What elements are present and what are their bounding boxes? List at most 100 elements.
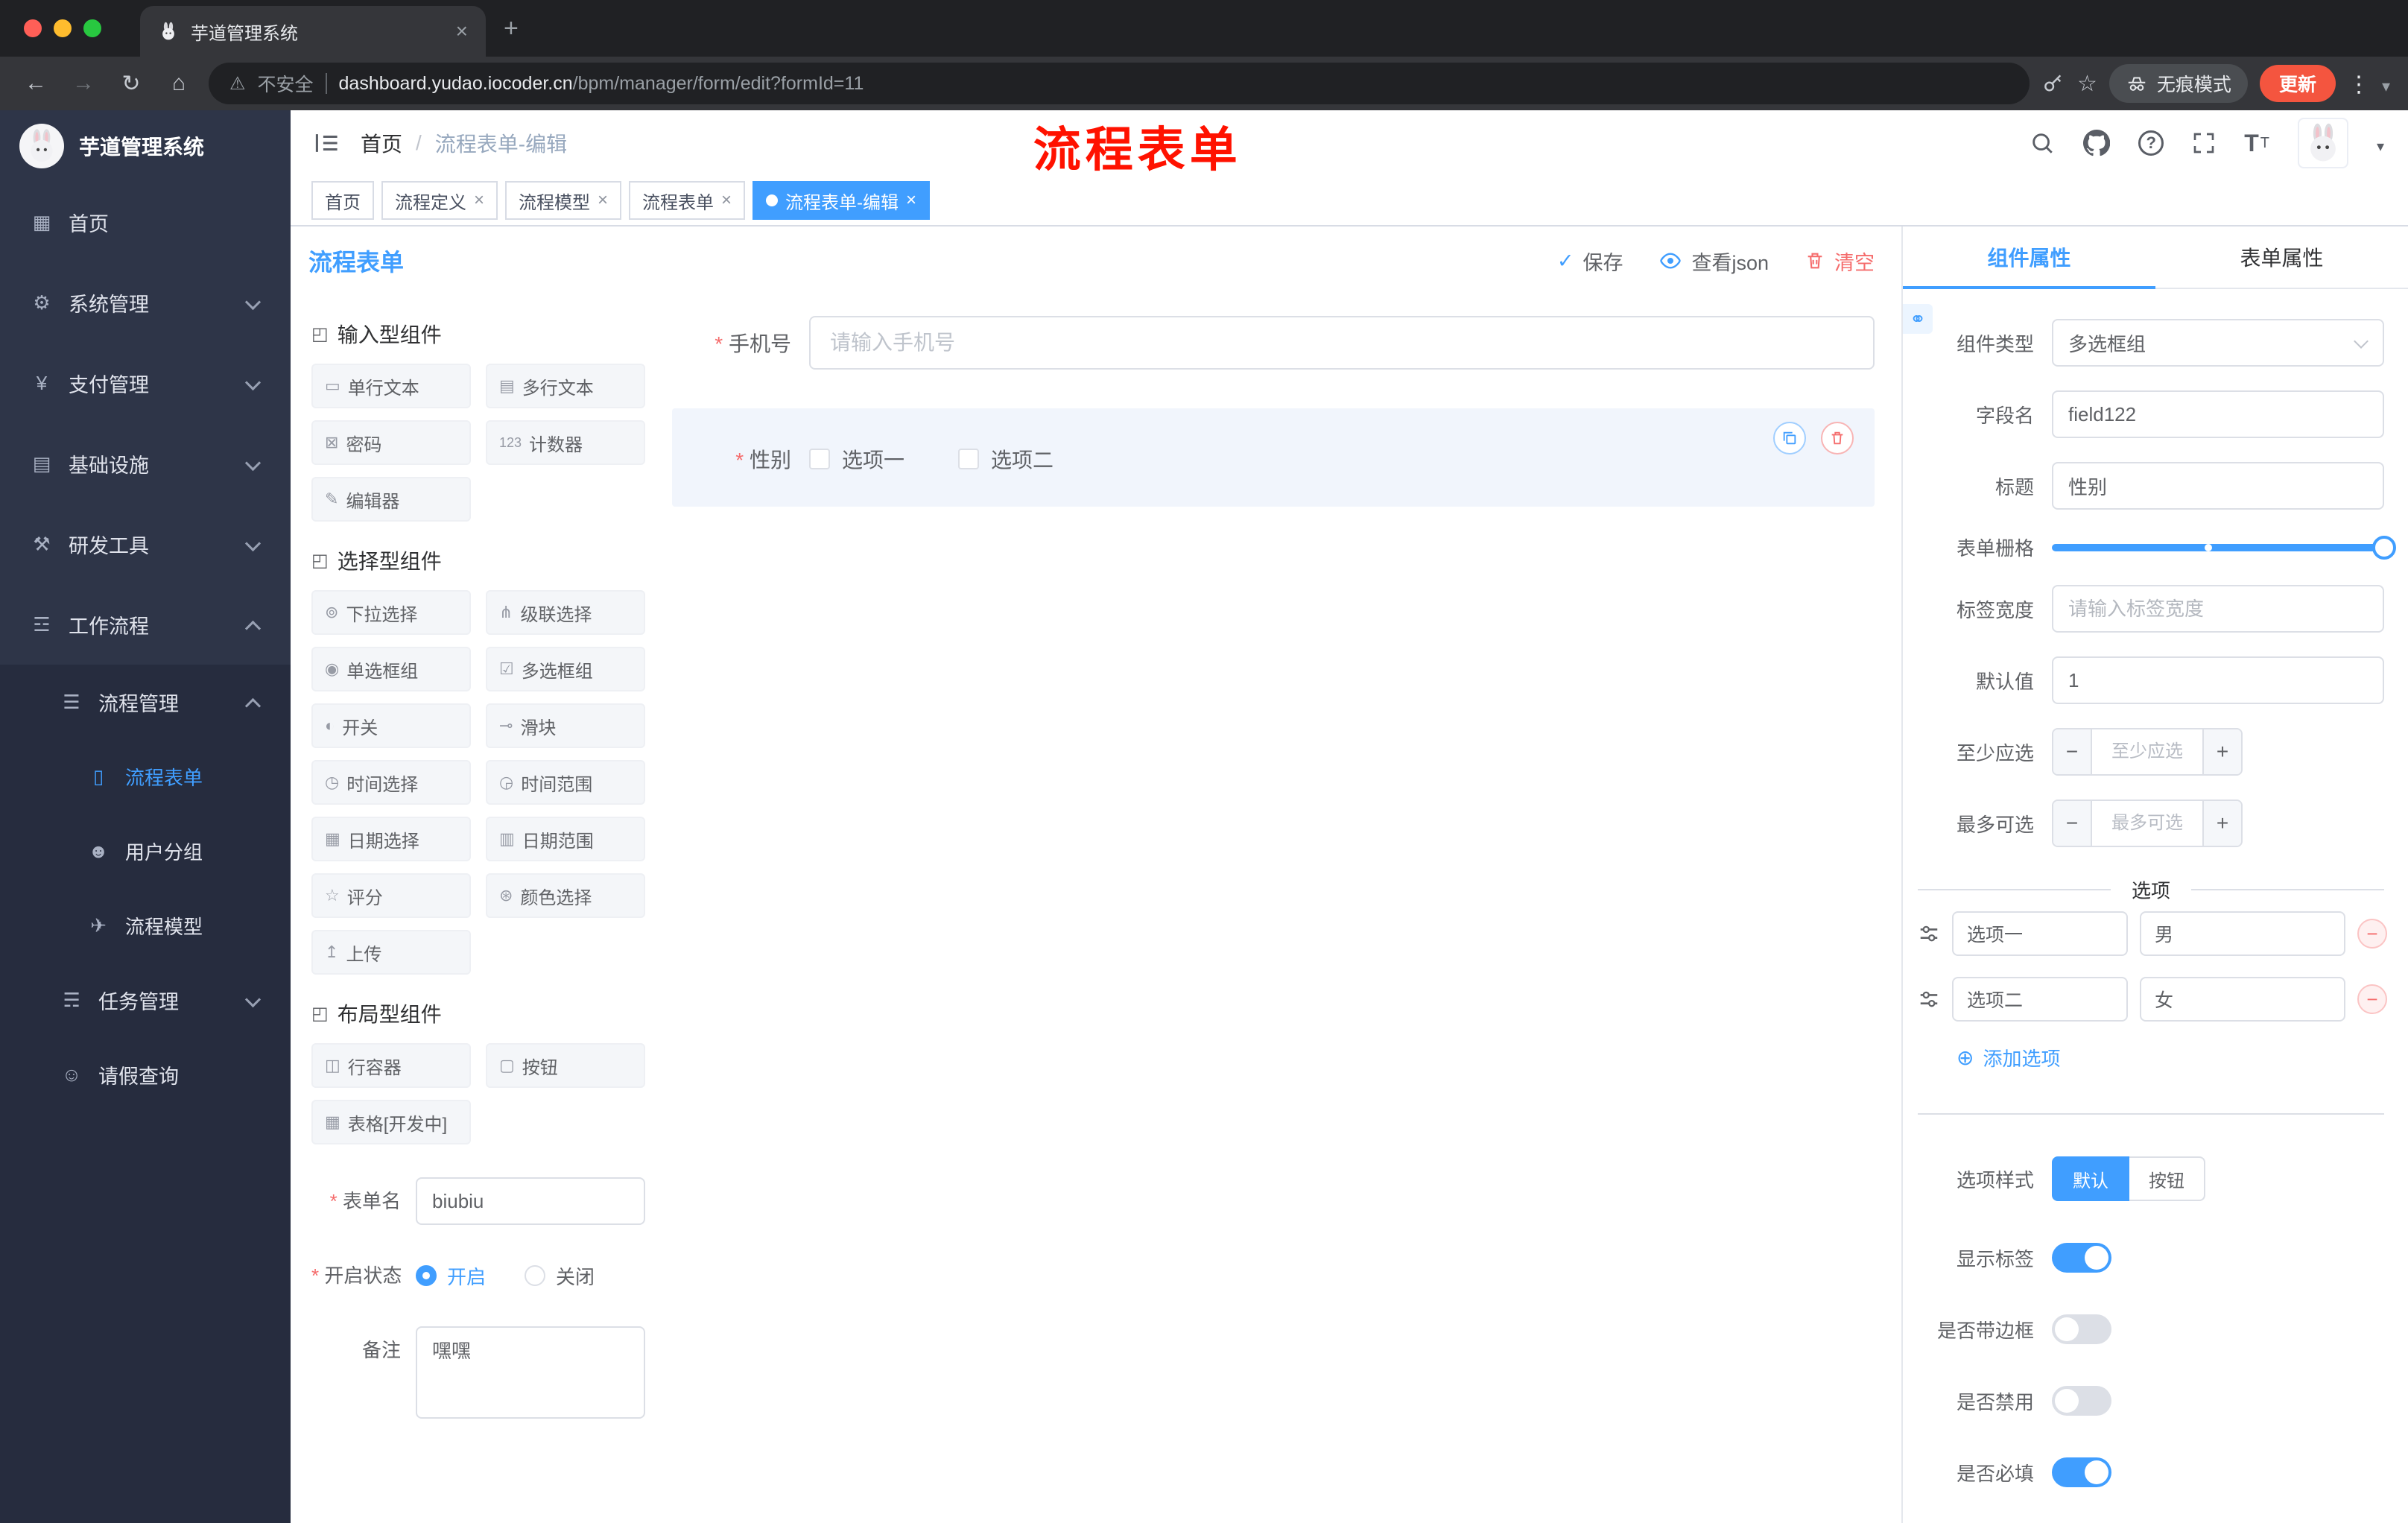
save-button[interactable]: 保存 <box>1557 247 1623 276</box>
show-label-switch[interactable] <box>2052 1243 2111 1273</box>
new-tab-button[interactable] <box>504 14 519 43</box>
component-chip-button[interactable]: ▢ 按钮 <box>486 1043 645 1088</box>
close-icon[interactable] <box>598 190 608 211</box>
status-off-radio[interactable]: 关闭 <box>525 1262 595 1290</box>
tag-process-form-edit[interactable]: 流程表单-编辑 <box>752 181 931 220</box>
remove-option-button[interactable] <box>2357 919 2387 949</box>
component-chip-password[interactable]: ⊠ 密码 <box>311 420 471 465</box>
component-chip-row-container[interactable]: ◫ 行容器 <box>311 1043 471 1088</box>
help-icon[interactable] <box>2138 130 2164 156</box>
component-chip-rate[interactable]: ☆ 评分 <box>311 873 471 918</box>
view-json-button[interactable]: 查看json <box>1658 247 1769 276</box>
home-button[interactable] <box>161 66 197 101</box>
sidebar-item-dev-tools[interactable]: ⚒ 研发工具 <box>0 504 291 584</box>
minus-button[interactable] <box>2053 801 2092 846</box>
bookmark-star-icon[interactable] <box>2077 71 2097 97</box>
sidebar-item-process-management[interactable]: ☰ 流程管理 <box>0 665 291 739</box>
form-remark-input[interactable]: 嘿嘿 <box>416 1326 645 1419</box>
style-default-button[interactable]: 默认 <box>2052 1156 2129 1201</box>
disabled-switch[interactable] <box>2052 1386 2111 1416</box>
default-value-input[interactable] <box>2052 656 2384 704</box>
form-canvas[interactable]: 手机号 性别 <box>660 295 1901 1523</box>
avatar[interactable] <box>2297 118 2348 168</box>
github-icon[interactable] <box>2083 130 2111 156</box>
style-button-button[interactable]: 按钮 <box>2129 1156 2205 1201</box>
slider-handle[interactable] <box>2372 535 2396 560</box>
tab-close-icon[interactable] <box>456 19 468 43</box>
breadcrumb-root[interactable]: 首页 <box>361 128 402 158</box>
grid-slider[interactable] <box>2052 535 2396 560</box>
font-size-icon[interactable] <box>2244 130 2269 157</box>
back-button[interactable] <box>18 66 54 101</box>
fullscreen-icon[interactable] <box>2192 131 2216 155</box>
component-chip-checkbox-group[interactable]: ☑ 多选框组 <box>486 647 645 691</box>
drag-handle-icon[interactable] <box>1918 922 1940 945</box>
minimize-window-button[interactable] <box>54 19 72 37</box>
component-chip-date-picker[interactable]: ▦ 日期选择 <box>311 817 471 861</box>
component-chip-color-picker[interactable]: ⊛ 颜色选择 <box>486 873 645 918</box>
sidebar-item-user-group[interactable]: ☻ 用户分组 <box>0 814 291 888</box>
component-chip-table[interactable]: ▦ 表格[开发中] <box>311 1100 471 1144</box>
canvas-field-gender-selected[interactable]: 性别 选项一 选项二 <box>672 408 1875 507</box>
tag-home[interactable]: 首页 <box>311 181 374 220</box>
app-logo[interactable]: 芋道管理系统 <box>0 110 291 182</box>
checkbox-option-1[interactable]: 选项一 <box>809 444 904 474</box>
forward-button[interactable] <box>66 66 101 101</box>
update-button[interactable]: 更新 <box>2259 65 2336 102</box>
required-switch[interactable] <box>2052 1457 2111 1487</box>
sidebar-item-infrastructure[interactable]: ▤ 基础设施 <box>0 423 291 504</box>
sidebar-item-process-form[interactable]: ▯ 流程表单 <box>0 739 291 814</box>
caret-down-icon[interactable] <box>2382 70 2390 98</box>
max-select-input[interactable] <box>2092 801 2202 846</box>
sidebar-item-workflow[interactable]: ☲ 工作流程 <box>0 584 291 665</box>
status-on-radio[interactable]: 开启 <box>416 1262 486 1290</box>
reload-button[interactable] <box>113 66 149 101</box>
close-icon[interactable] <box>474 190 484 211</box>
option-label-input[interactable] <box>1952 911 2128 956</box>
tab-component-props[interactable]: 组件属性 <box>1903 227 2155 289</box>
component-chip-switch[interactable]: ◐ 开关 <box>311 703 471 748</box>
browser-tab[interactable]: 芋道管理系统 <box>140 6 486 57</box>
component-chip-counter[interactable]: 123 计数器 <box>486 420 645 465</box>
tab-form-props[interactable]: 表单属性 <box>2155 227 2408 288</box>
maximize-window-button[interactable] <box>83 19 101 37</box>
url-field[interactable]: 不安全 dashboard.yudao.iocoder.cn/bpm/manag… <box>209 63 2030 104</box>
add-option-button[interactable]: 添加选项 <box>1956 1044 2408 1071</box>
component-chip-single-line-text[interactable]: ▭ 单行文本 <box>311 364 471 408</box>
sidebar-item-task-management[interactable]: ☴ 任务管理 <box>0 963 291 1037</box>
link-icon[interactable] <box>1903 304 1933 334</box>
component-chip-slider[interactable]: ⊸ 滑块 <box>486 703 645 748</box>
component-chip-multi-line-text[interactable]: ▤ 多行文本 <box>486 364 645 408</box>
delete-component-button[interactable] <box>1821 422 1854 455</box>
close-window-button[interactable] <box>24 19 42 37</box>
browser-menu-icon[interactable] <box>2348 70 2370 98</box>
avatar-caret-icon[interactable] <box>2377 130 2384 157</box>
tag-process-definition[interactable]: 流程定义 <box>381 181 498 220</box>
component-chip-time-range[interactable]: ◶ 时间范围 <box>486 760 645 805</box>
min-select-input[interactable] <box>2092 729 2202 774</box>
field-name-input[interactable] <box>2052 390 2384 438</box>
title-input[interactable] <box>2052 462 2384 510</box>
component-chip-editor[interactable]: ✎ 编辑器 <box>311 477 471 522</box>
sidebar-item-system-management[interactable]: ⚙ 系统管理 <box>0 262 291 343</box>
key-icon[interactable] <box>2041 72 2065 95</box>
close-icon[interactable] <box>721 190 732 211</box>
minus-button[interactable] <box>2053 729 2092 774</box>
sidebar-item-process-model[interactable]: ✈ 流程模型 <box>0 888 291 963</box>
component-chip-date-range[interactable]: ▥ 日期范围 <box>486 817 645 861</box>
component-chip-select[interactable]: ⊚ 下拉选择 <box>311 590 471 635</box>
tag-process-model[interactable]: 流程模型 <box>505 181 622 220</box>
search-icon[interactable] <box>2030 130 2055 156</box>
component-type-select[interactable]: 多选框组 <box>2052 319 2384 367</box>
drag-handle-icon[interactable] <box>1918 988 1940 1010</box>
phone-input[interactable] <box>809 316 1875 370</box>
component-chip-upload[interactable]: ↥ 上传 <box>311 930 471 975</box>
plus-button[interactable] <box>2202 729 2241 774</box>
option-value-input[interactable] <box>2140 911 2345 956</box>
canvas-field-phone[interactable]: 手机号 <box>672 316 1875 370</box>
border-switch[interactable] <box>2052 1314 2111 1344</box>
checkbox-box[interactable] <box>809 449 830 469</box>
slider-track[interactable] <box>2052 535 2396 560</box>
option-label-input[interactable] <box>1952 977 2128 1022</box>
plus-button[interactable] <box>2202 801 2241 846</box>
